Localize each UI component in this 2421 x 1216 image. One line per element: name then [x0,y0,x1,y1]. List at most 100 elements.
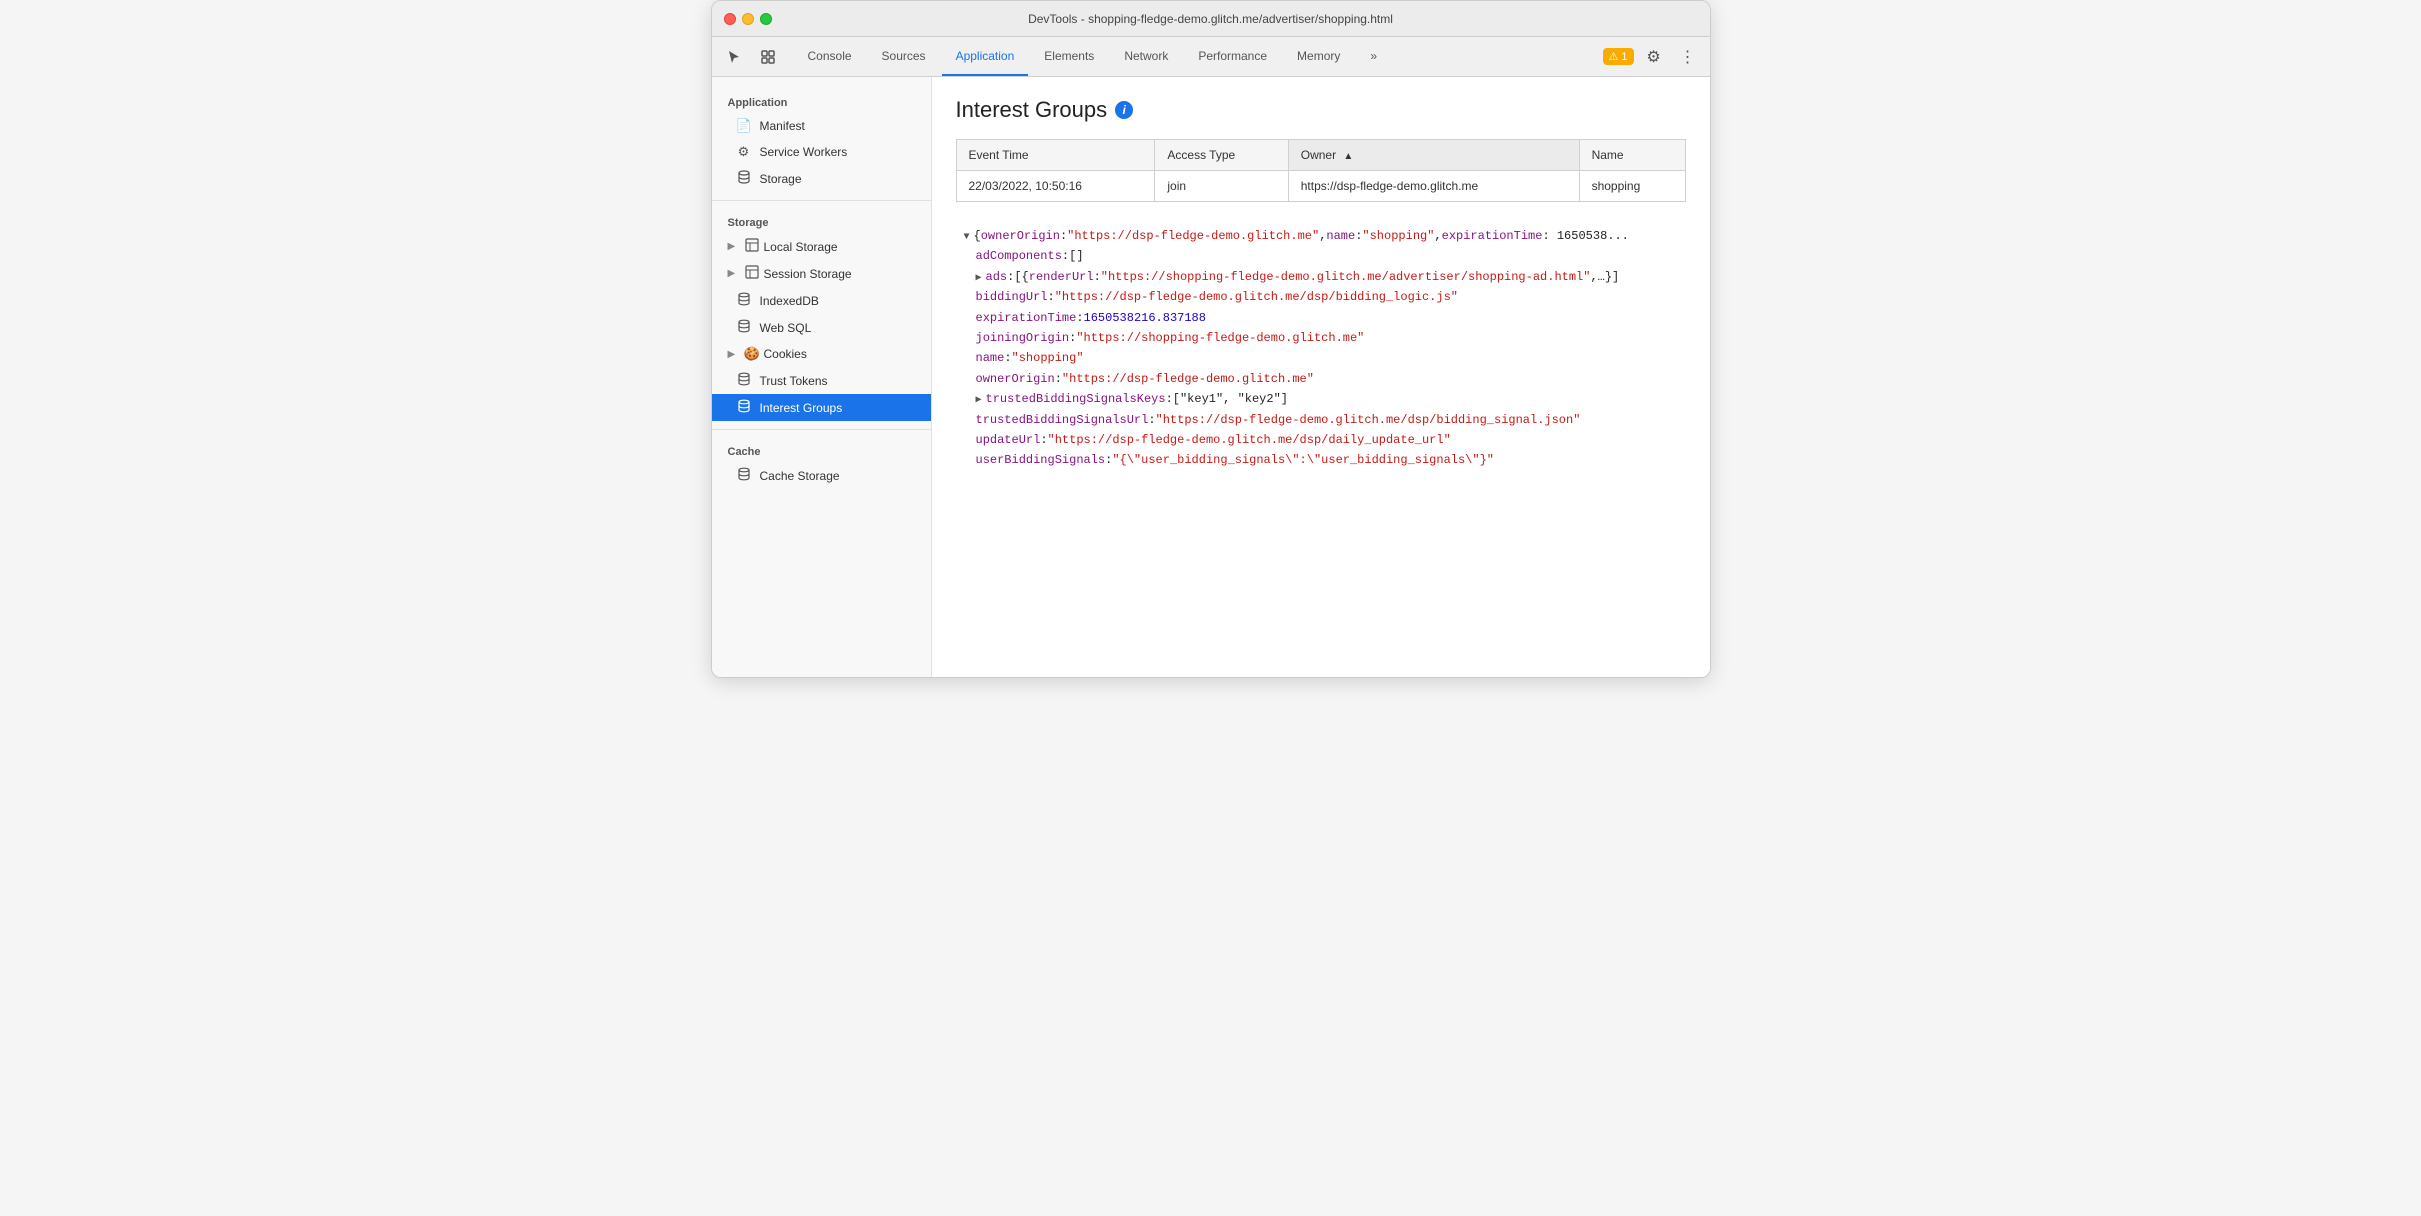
tab-network[interactable]: Network [1110,37,1182,76]
json-line-biddingUrl: biddingUrl : "https://dsp-fledge-demo.gl… [956,287,1686,307]
content-title-row: Interest Groups i [956,97,1686,123]
local-storage-icon [744,238,760,255]
info-icon[interactable]: i [1115,101,1133,119]
sidebar-divider-2 [712,429,931,430]
devtools-window: DevTools - shopping-fledge-demo.glitch.m… [711,0,1711,678]
sidebar-item-label: Cache Storage [760,469,840,483]
title-bar: DevTools - shopping-fledge-demo.glitch.m… [712,1,1710,37]
tab-performance[interactable]: Performance [1184,37,1281,76]
window-title: DevTools - shopping-fledge-demo.glitch.m… [1028,12,1393,26]
sidebar: Application 📄 Manifest ⚙ Service Workers… [712,77,932,677]
tab-bar: Console Sources Application Elements Net… [712,37,1710,77]
cache-storage-icon [736,467,752,484]
chevron-right-icon: ▶ [728,349,740,360]
warning-badge[interactable]: ⚠ 1 [1603,48,1634,65]
storage-section-title: Storage [712,209,931,233]
sidebar-item-cache-storage[interactable]: Cache Storage [712,462,931,489]
sidebar-item-label: Storage [760,172,802,186]
table-row[interactable]: 22/03/2022, 10:50:16 join https://dsp-fl… [956,171,1685,202]
json-line-updateUrl: updateUrl : "https://dsp-fledge-demo.gli… [956,430,1686,450]
inspect-icon[interactable] [754,43,782,71]
cache-section-title: Cache [712,438,931,462]
tab-memory[interactable]: Memory [1283,37,1354,76]
manifest-icon: 📄 [736,118,752,134]
indexeddb-icon [736,292,752,309]
cell-owner: https://dsp-fledge-demo.glitch.me [1288,171,1579,202]
minimize-button[interactable] [742,13,754,25]
col-name[interactable]: Name [1579,140,1685,171]
sidebar-item-label: Cookies [764,347,807,361]
content-area: Interest Groups i Event Time Access Type… [932,77,1710,677]
sidebar-item-label: Session Storage [764,267,852,281]
sidebar-item-label: Manifest [760,119,805,133]
sidebar-item-manifest[interactable]: 📄 Manifest [712,113,931,139]
col-owner[interactable]: Owner ▲ [1288,140,1579,171]
json-line-ownerOrigin: ownerOrigin : "https://dsp-fledge-demo.g… [956,369,1686,389]
sidebar-item-web-sql[interactable]: Web SQL [712,314,931,341]
json-line-name: name : "shopping" [956,348,1686,368]
json-line-trustedBiddingSignalsKeys: ▶ trustedBiddingSignalsKeys : ["key1", "… [956,389,1686,409]
collapse-icon[interactable]: ▼ [964,229,970,246]
json-line-trustedBiddingSignalsUrl: trustedBiddingSignalsUrl : "https://dsp-… [956,410,1686,430]
sidebar-item-label: IndexedDB [760,294,819,308]
sidebar-item-service-workers[interactable]: ⚙ Service Workers [712,139,931,165]
interest-groups-icon [736,399,752,416]
sidebar-item-indexeddb[interactable]: IndexedDB [712,287,931,314]
traffic-lights [724,13,772,25]
tab-console[interactable]: Console [794,37,866,76]
trust-tokens-icon [736,372,752,389]
close-button[interactable] [724,13,736,25]
session-storage-icon [744,265,760,282]
storage-icon [736,170,752,187]
more-options-icon[interactable]: ⋮ [1674,43,1702,71]
json-line-joiningOrigin: joiningOrigin : "https://shopping-fledge… [956,328,1686,348]
app-section-title: Application [712,89,931,113]
sidebar-item-label: Service Workers [760,145,848,159]
expand-trusted-keys-icon[interactable]: ▶ [976,392,982,409]
tab-application[interactable]: Application [942,37,1029,76]
tab-bar-right: ⚠ 1 ⚙ ⋮ [1603,43,1702,71]
col-event-time[interactable]: Event Time [956,140,1155,171]
sidebar-divider [712,200,931,201]
expand-ads-icon[interactable]: ▶ [976,270,982,287]
cookies-icon: 🍪 [744,346,760,362]
web-sql-icon [736,319,752,336]
sidebar-item-session-storage[interactable]: ▶ Session Storage [712,260,931,287]
warning-count: 1 [1621,51,1627,63]
main-layout: Application 📄 Manifest ⚙ Service Workers… [712,77,1710,677]
settings-icon[interactable]: ⚙ [1640,43,1668,71]
col-access-type[interactable]: Access Type [1155,140,1288,171]
json-line-expirationTime: expirationTime : 1650538216.837188 [956,308,1686,328]
service-workers-icon: ⚙ [736,144,752,160]
sidebar-item-trust-tokens[interactable]: Trust Tokens [712,367,931,394]
tab-elements[interactable]: Elements [1030,37,1108,76]
sidebar-item-storage[interactable]: Storage [712,165,931,192]
sidebar-item-local-storage[interactable]: ▶ Local Storage [712,233,931,260]
interest-groups-table: Event Time Access Type Owner ▲ Name [956,139,1686,202]
sidebar-item-label: Web SQL [760,321,812,335]
json-line-1: ▼ { ownerOrigin : "https://dsp-fledge-de… [956,226,1686,246]
json-line-ads: ▶ ads : [{ renderUrl : "https://shopping… [956,267,1686,287]
tab-more[interactable]: » [1356,37,1391,76]
warning-icon: ⚠ [1609,50,1619,63]
sidebar-item-label: Interest Groups [760,401,843,415]
tab-bar-icons [720,43,782,71]
sidebar-item-cookies[interactable]: ▶ 🍪 Cookies [712,341,931,367]
cursor-icon[interactable] [720,43,748,71]
json-line-adComponents: adComponents : [] [956,246,1686,266]
table-header-row: Event Time Access Type Owner ▲ Name [956,140,1685,171]
cell-event-time: 22/03/2022, 10:50:16 [956,171,1155,202]
sort-arrow-icon: ▲ [1343,151,1353,162]
json-tree: ▼ { ownerOrigin : "https://dsp-fledge-de… [956,218,1686,479]
maximize-button[interactable] [760,13,772,25]
page-title: Interest Groups [956,97,1108,123]
sidebar-item-interest-groups[interactable]: Interest Groups [712,394,931,421]
chevron-right-icon: ▶ [728,241,740,252]
sidebar-item-label: Local Storage [764,240,838,254]
chevron-right-icon: ▶ [728,268,740,279]
tab-sources[interactable]: Sources [868,37,940,76]
sidebar-item-label: Trust Tokens [760,374,828,388]
json-line-userBiddingSignals: userBiddingSignals : "{\"user_bidding_si… [956,450,1686,470]
cell-name: shopping [1579,171,1685,202]
cell-access-type: join [1155,171,1288,202]
